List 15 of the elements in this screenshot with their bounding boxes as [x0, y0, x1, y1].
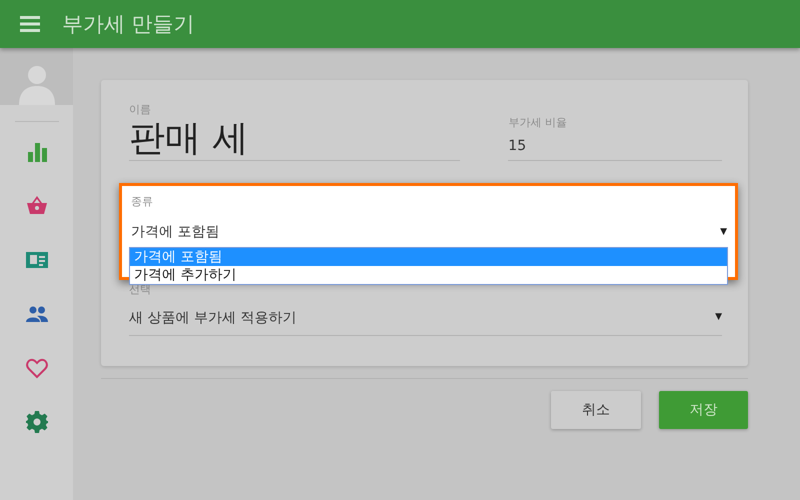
cancel-button[interactable]: 취소 — [551, 391, 641, 430]
dropdown-arrow[interactable]: ▼ — [715, 312, 722, 322]
type-select-value[interactable]: 가격에 포함됨 — [131, 223, 220, 242]
rate-field[interactable]: 15 — [508, 130, 722, 160]
app-bar-title: 부가세 만들기 — [62, 11, 195, 38]
dropdown-arrow[interactable]: ▼ — [720, 227, 727, 238]
field-label: 종류 — [131, 194, 154, 210]
field-label: 부가세 비율 — [508, 115, 568, 130]
field-label: 선택 — [129, 282, 152, 298]
heart-icon[interactable] — [24, 356, 48, 380]
field-label: 이름 — [129, 102, 152, 117]
settings-icon[interactable] — [24, 410, 48, 434]
apply-select-value[interactable]: 새 상품에 부가세 적용하기 — [129, 301, 296, 334]
name-field[interactable]: 판매 세 — [129, 117, 460, 160]
menu-icon[interactable] — [20, 16, 40, 32]
